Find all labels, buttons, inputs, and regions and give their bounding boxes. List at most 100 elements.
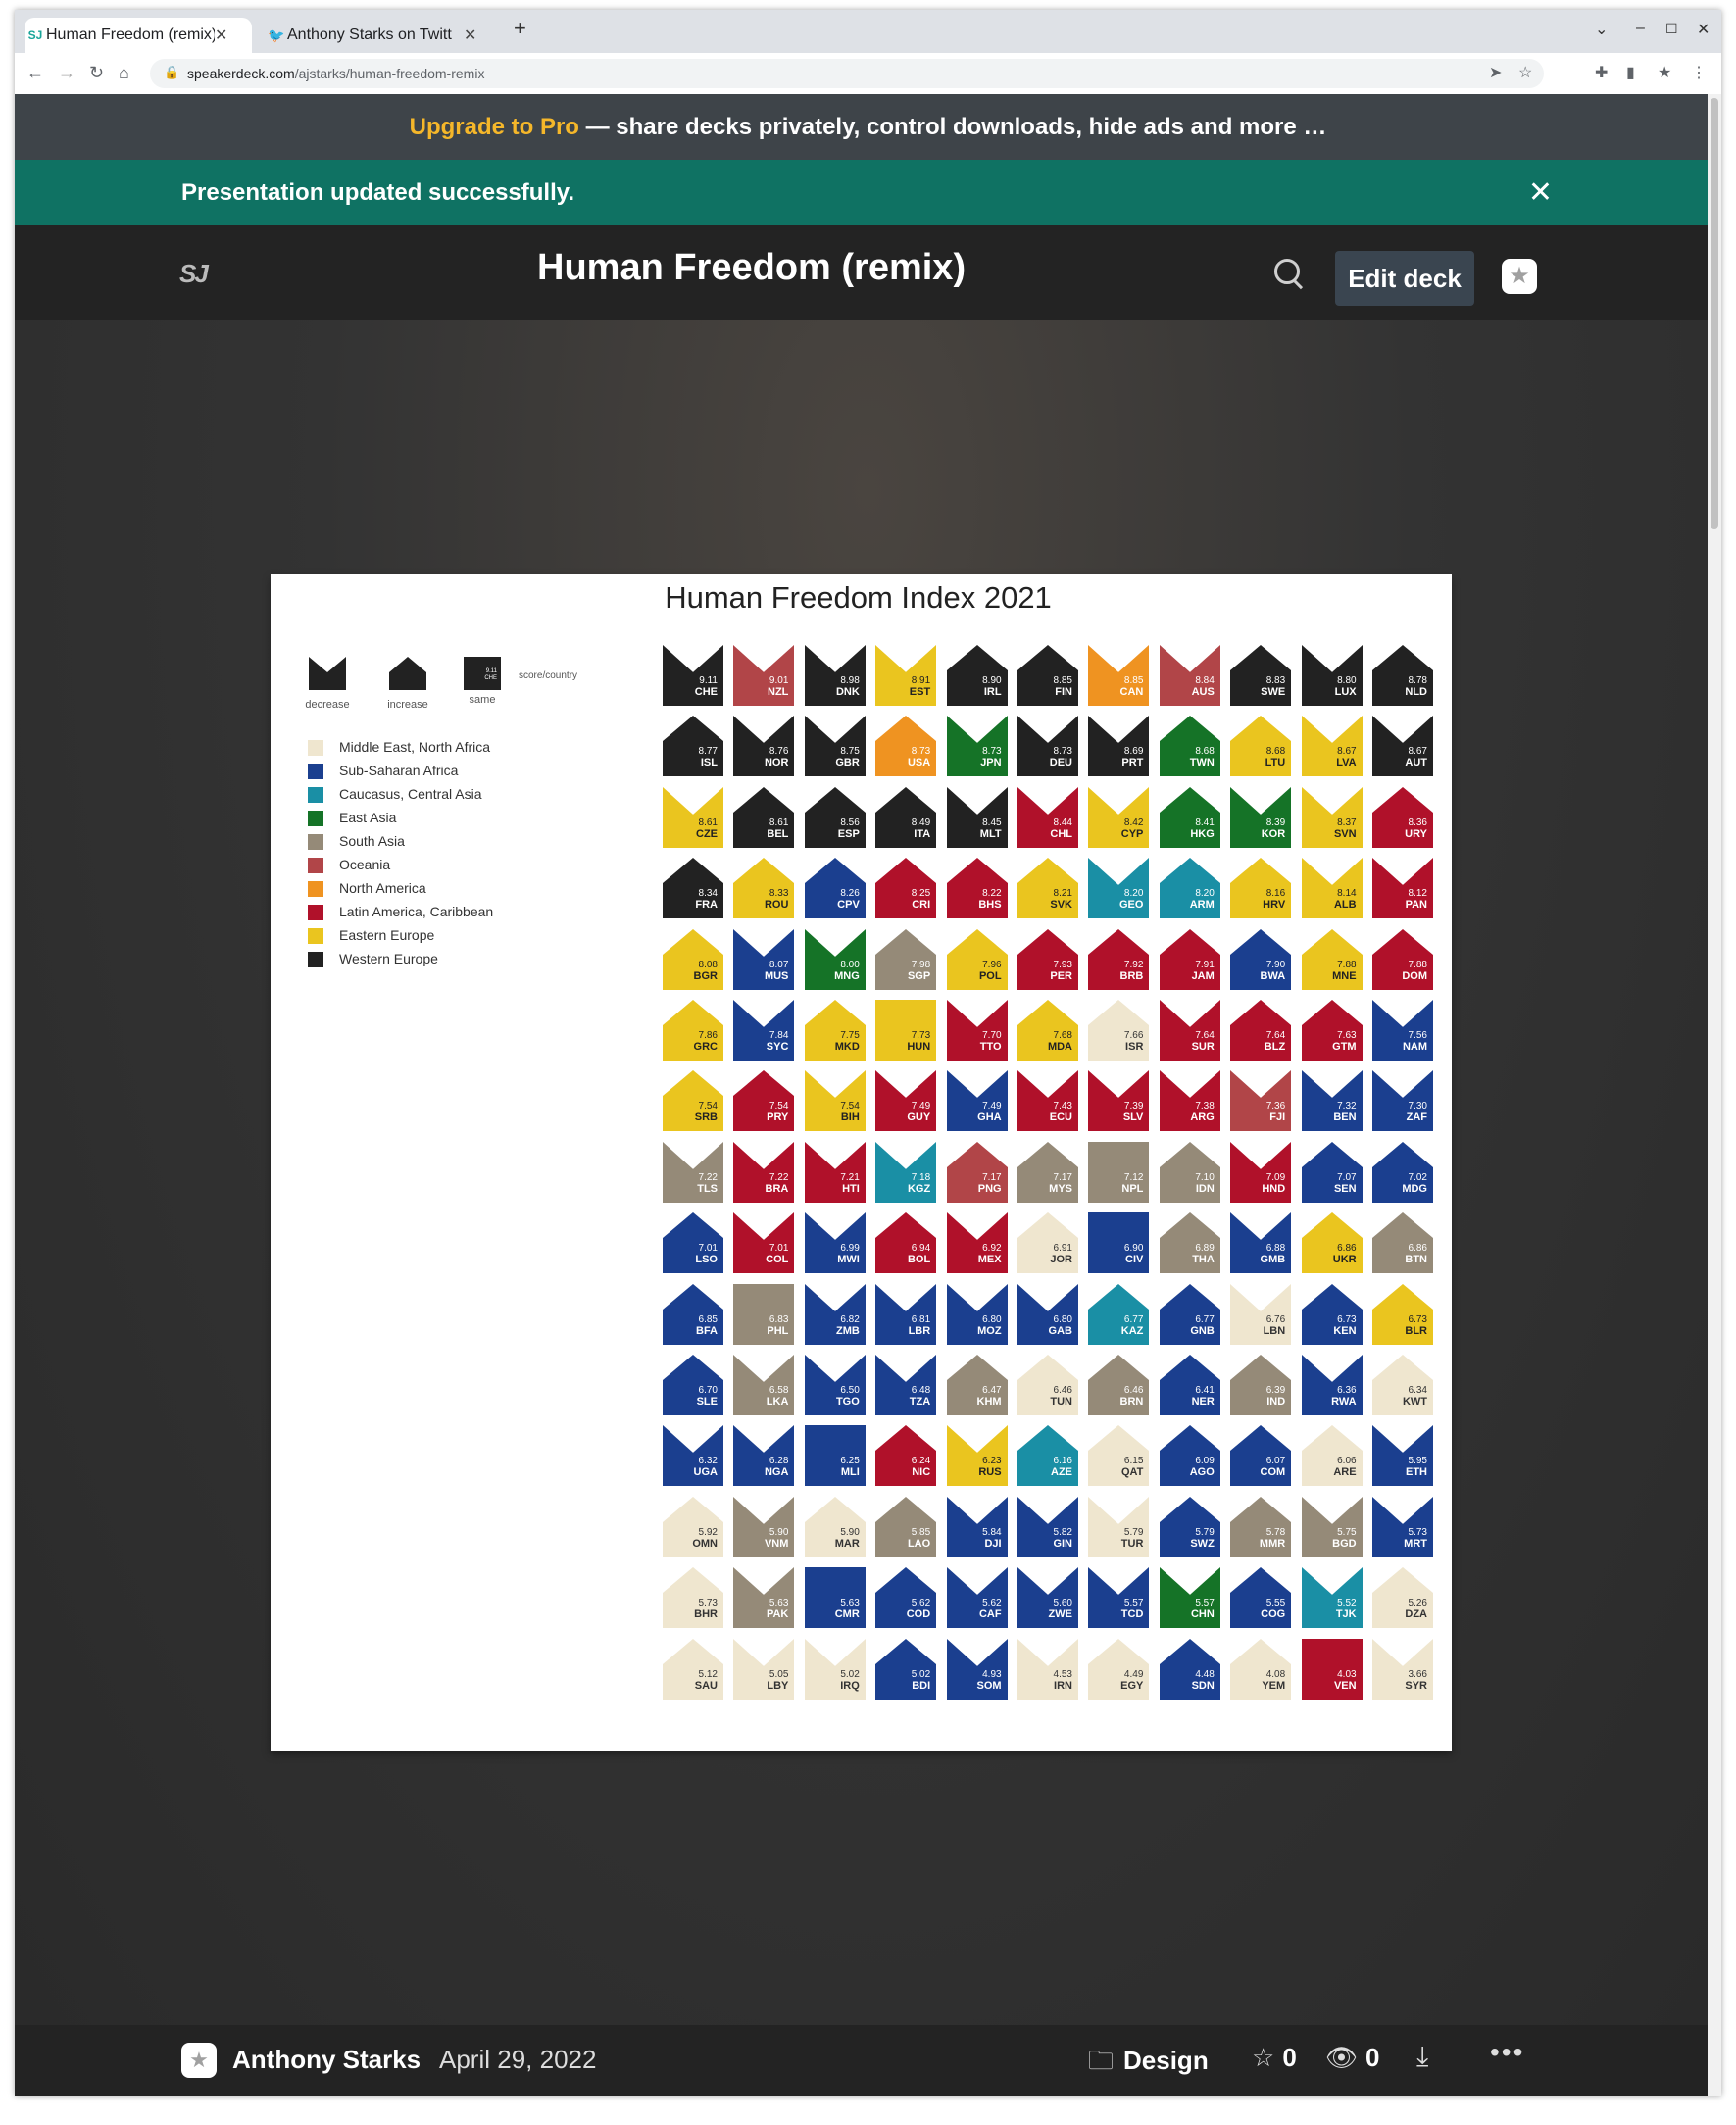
- back-icon[interactable]: ←: [26, 63, 44, 83]
- country-cell: 8.26 CPV: [804, 858, 866, 919]
- more-icon[interactable]: •••: [1490, 2037, 1524, 2068]
- country-score: 8.39: [1265, 816, 1286, 828]
- slide[interactable]: Human Freedom Index 2021 decrease increa…: [271, 574, 1452, 1751]
- menu-icon[interactable]: ⋮: [1691, 63, 1707, 82]
- maximize-icon[interactable]: ☐: [1665, 21, 1678, 37]
- profile-icon[interactable]: ★: [1658, 63, 1671, 82]
- tab-title: Anthony Starks on Twitt: [287, 26, 452, 43]
- upgrade-link[interactable]: Upgrade to Pro: [410, 114, 579, 140]
- country-cell: 5.79 SWZ: [1159, 1496, 1220, 1557]
- legend-swatch: [308, 834, 323, 850]
- tab-speakerdeck[interactable]: SJ Human Freedom (remix) ✕: [25, 18, 252, 53]
- country-score: 7.49: [982, 1101, 1002, 1112]
- country-score: 7.54: [840, 1101, 860, 1112]
- country-cell: 8.85 CAN: [1088, 645, 1150, 706]
- country-code: KWT: [1402, 1396, 1427, 1408]
- country-score: 3.66: [1408, 1668, 1427, 1680]
- author-name[interactable]: Anthony Starks: [232, 2045, 421, 2075]
- country-score: 8.12: [1408, 888, 1427, 900]
- country-cell: 7.91 JAM: [1159, 928, 1220, 990]
- country-cell: 6.73 BLR: [1372, 1283, 1433, 1345]
- country-cell: 8.80 LUX: [1301, 645, 1363, 706]
- country-score: 5.73: [1408, 1526, 1427, 1538]
- legend-label: Sub-Saharan Africa: [339, 763, 459, 778]
- country-cell: 7.64 BLZ: [1230, 1000, 1292, 1061]
- country-cell: 6.76 LBN: [1230, 1283, 1292, 1345]
- speakerdeck-logo[interactable]: SJ: [179, 259, 209, 289]
- edit-deck-button[interactable]: Edit deck: [1335, 251, 1474, 306]
- country-cell: 7.09 HND: [1230, 1141, 1292, 1203]
- country-code: ZWE: [1048, 1608, 1072, 1621]
- country-code: GTM: [1332, 1041, 1357, 1053]
- extensions-icon[interactable]: ✚: [1595, 63, 1608, 82]
- bookmark-star-icon[interactable]: ☆: [1518, 63, 1532, 82]
- country-code: IND: [1266, 1396, 1286, 1408]
- country-score: 8.80: [1337, 675, 1357, 686]
- tab-twitter[interactable]: 🐦 Anthony Starks on Twitt ✕: [266, 18, 501, 53]
- country-cell: 5.57 CHN: [1159, 1567, 1220, 1629]
- side-panel-icon[interactable]: ▮: [1626, 63, 1635, 82]
- country-cell: 7.96 POL: [946, 928, 1008, 990]
- country-score: 4.93: [982, 1668, 1002, 1680]
- country-score: 7.96: [982, 959, 1002, 970]
- minimize-icon[interactable]: –: [1636, 20, 1645, 37]
- country-cell: 3.66 SYR: [1372, 1638, 1433, 1700]
- country-code: PNG: [977, 1182, 1002, 1195]
- country-score: 5.57: [1123, 1598, 1144, 1609]
- legend-label: Eastern Europe: [339, 927, 435, 943]
- country-cell: 8.76 NOR: [733, 716, 795, 777]
- legend-swatch: [308, 928, 323, 944]
- country-score: 4.48: [1195, 1668, 1215, 1680]
- country-cell: 6.91 JOR: [1017, 1212, 1078, 1274]
- forward-icon[interactable]: →: [58, 63, 75, 83]
- new-tab-icon[interactable]: +: [514, 16, 526, 41]
- country-code: ARG: [1190, 1112, 1215, 1124]
- country-score: 5.82: [1053, 1526, 1072, 1538]
- download-icon[interactable]: ⤓: [1416, 2041, 1428, 2073]
- country-code: SVN: [1333, 827, 1357, 840]
- country-score: 5.62: [911, 1598, 931, 1609]
- scrollbar-thumb[interactable]: [1711, 98, 1718, 529]
- country-cell: 6.88 GMB: [1230, 1212, 1292, 1274]
- country-cell: 8.39 KOR: [1230, 786, 1292, 848]
- country-cell: 4.49 EGY: [1088, 1638, 1150, 1700]
- star-count[interactable]: ☆ 0: [1252, 2043, 1297, 2073]
- country-code: HKG: [1190, 827, 1215, 840]
- reload-icon[interactable]: ↻: [89, 63, 104, 83]
- close-tab-icon[interactable]: ✕: [464, 25, 476, 45]
- close-tab-icon[interactable]: ✕: [215, 25, 227, 45]
- author-avatar[interactable]: ★: [181, 2043, 217, 2078]
- country-code: IRL: [983, 686, 1002, 698]
- avatar[interactable]: ★: [1502, 259, 1537, 294]
- country-cell: 4.48 SDN: [1159, 1638, 1220, 1700]
- country-code: MKD: [834, 1041, 860, 1053]
- country-code: THA: [1192, 1254, 1215, 1266]
- country-score: 8.73: [1053, 746, 1072, 758]
- country-score: 7.22: [769, 1171, 789, 1183]
- country-cell: 7.36 FJI: [1230, 1070, 1292, 1132]
- country-code: PAK: [766, 1608, 789, 1621]
- close-icon[interactable]: ✕: [1528, 160, 1553, 225]
- country-cell: 7.32 BEN: [1301, 1070, 1363, 1132]
- country-cell: 7.30 ZAF: [1372, 1070, 1433, 1132]
- country-cell: 5.12 SAU: [663, 1638, 723, 1700]
- home-icon[interactable]: ⌂: [119, 63, 129, 83]
- country-score: 5.05: [769, 1668, 789, 1680]
- country-cell: 5.82 GIN: [1017, 1496, 1078, 1557]
- tab-search-icon[interactable]: ⌄: [1595, 20, 1608, 39]
- country-cell: 7.38 ARG: [1159, 1070, 1220, 1132]
- country-code: QAT: [1120, 1466, 1144, 1479]
- site-header: SJ Human Freedom (remix) Edit deck ★: [15, 225, 1721, 320]
- country-score: 8.21: [1053, 888, 1072, 900]
- country-code: NER: [1191, 1396, 1215, 1408]
- category-link[interactable]: 🗀 Design: [1088, 2043, 1209, 2086]
- search-icon[interactable]: [1274, 259, 1300, 284]
- send-icon[interactable]: ➤: [1489, 63, 1502, 82]
- country-cell: 8.84 AUS: [1159, 645, 1220, 706]
- country-code: NPL: [1121, 1182, 1144, 1195]
- url-field[interactable]: 🔒 speakerdeck.com/ajstarks/human-freedom…: [150, 59, 1544, 88]
- country-score: 6.25: [840, 1456, 860, 1467]
- close-window-icon[interactable]: ✕: [1697, 20, 1710, 39]
- country-code: SRB: [694, 1112, 718, 1124]
- country-cell: 8.85 FIN: [1017, 645, 1078, 706]
